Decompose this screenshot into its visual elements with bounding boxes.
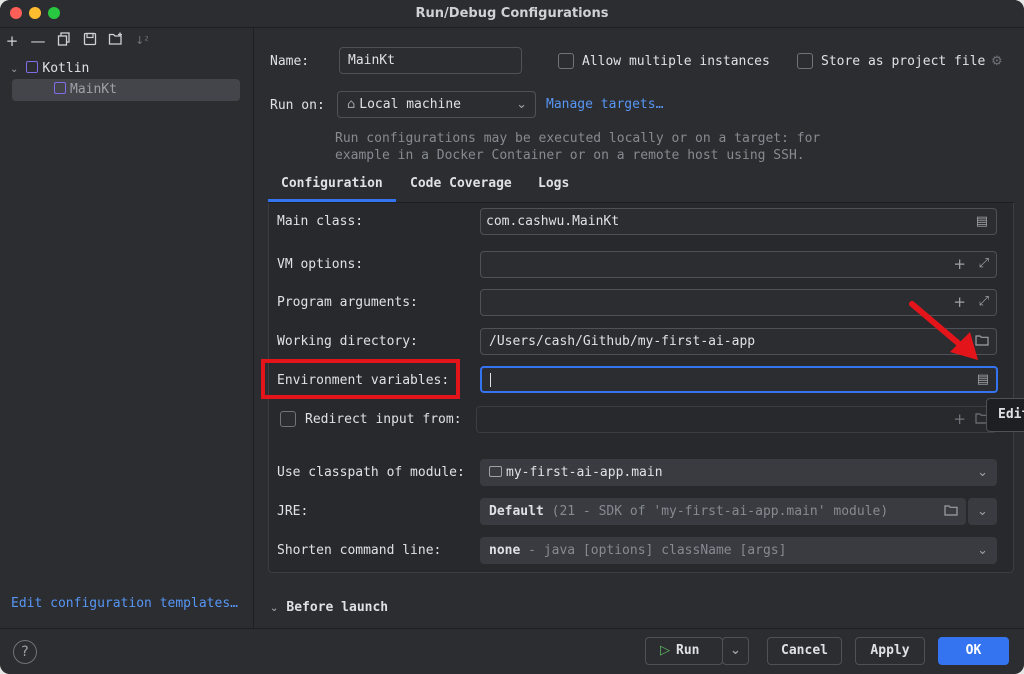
insert-macro-icon[interactable]: + xyxy=(953,412,966,427)
home-icon: ⌂ xyxy=(347,97,356,112)
before-launch-section[interactable]: ⌄ Before launch xyxy=(270,600,388,615)
run-options-dropdown[interactable]: ⌄ xyxy=(722,637,749,665)
edit-tooltip: Edit xyxy=(986,398,1024,432)
working-directory-value: /Users/cash/Github/my-first-ai-app xyxy=(489,334,756,349)
working-directory-label: Working directory: xyxy=(277,334,418,349)
kotlin-icon xyxy=(26,61,39,73)
allow-multiple-instances-checkbox[interactable] xyxy=(558,53,574,69)
dialog-button-bar: ? ▷ Run ⌄ Cancel Apply OK xyxy=(0,628,1024,674)
configuration-editor: Name: MainKt Allow multiple instances St… xyxy=(255,28,1024,628)
tab-configuration[interactable]: Configuration xyxy=(281,176,383,200)
run-on-label: Run on: xyxy=(270,98,325,113)
classpath-module-label: Use classpath of module: xyxy=(277,465,465,480)
edit-environment-variables-icon[interactable]: ▤ xyxy=(977,373,989,387)
tab-logs[interactable]: Logs xyxy=(538,176,569,200)
chevron-down-icon: ⌄ xyxy=(977,465,988,480)
red-arrow-annotation xyxy=(909,301,978,360)
run-on-hint-line2: example in a Docker Container or on a re… xyxy=(335,148,805,163)
environment-variables-label: Environment variables: xyxy=(277,373,450,388)
gear-icon[interactable]: ⚙ xyxy=(991,55,1003,69)
jre-detail: (21 - SDK of 'my-first-ai-app.main' modu… xyxy=(551,504,889,519)
jre-select[interactable]: Default (21 - SDK of 'my-first-ai-app.ma… xyxy=(480,498,966,525)
run-button-label: Run xyxy=(676,643,700,658)
module-folder-icon xyxy=(489,466,502,477)
jre-label: JRE: xyxy=(277,504,309,519)
vm-options-label: VM options: xyxy=(277,257,364,272)
main-class-value: com.cashwu.MainKt xyxy=(486,214,620,229)
manage-targets-link[interactable]: Manage targets… xyxy=(546,97,663,112)
kotlin-run-config-icon xyxy=(54,82,66,94)
help-button[interactable]: ? xyxy=(13,640,37,664)
run-on-select[interactable]: ⌂ Local machine ⌄ xyxy=(337,91,536,118)
configurations-sidebar: + — ↓² ⌄ Kotlin MainKt Edit configuration… xyxy=(0,28,254,628)
classpath-module-value: my-first-ai-app.main xyxy=(506,465,663,480)
store-as-project-file-checkbox[interactable] xyxy=(797,53,813,69)
active-tab-indicator xyxy=(268,199,396,202)
redirect-input-checkbox[interactable] xyxy=(280,411,296,427)
apply-button[interactable]: Apply xyxy=(855,637,925,665)
new-folder-icon[interactable] xyxy=(107,32,125,50)
name-label: Name: xyxy=(270,54,310,69)
tab-code-coverage[interactable]: Code Coverage xyxy=(410,176,512,200)
browse-list-icon[interactable]: ▤ xyxy=(976,215,988,229)
tree-node-label: Kotlin xyxy=(42,61,90,76)
program-arguments-label: Program arguments: xyxy=(277,295,418,310)
edit-configuration-templates-link[interactable]: Edit configuration templates… xyxy=(11,596,238,611)
allow-multiple-instances-label: Allow multiple instances xyxy=(582,54,770,69)
tree-node-kotlin[interactable]: ⌄ Kotlin xyxy=(10,58,246,80)
run-on-hint-line1: Run configurations may be executed local… xyxy=(335,131,821,146)
store-as-project-file-label: Store as project file xyxy=(821,54,986,69)
window-title: Run/Debug Configurations xyxy=(415,6,609,21)
redirect-input-field[interactable]: + xyxy=(476,406,997,433)
title-bar: Run/Debug Configurations xyxy=(0,0,1024,28)
before-launch-label: Before launch xyxy=(286,600,389,615)
jre-value: Default xyxy=(489,504,544,519)
chevron-down-icon: ⌄ xyxy=(516,97,527,112)
shorten-command-line-detail: - java [options] className [args] xyxy=(528,543,787,558)
shorten-command-line-label: Shorten command line: xyxy=(277,543,442,558)
tree-node-mainkt[interactable]: MainKt xyxy=(12,79,240,101)
cancel-button[interactable]: Cancel xyxy=(767,637,842,665)
sidebar-toolbar: + — ↓² xyxy=(0,28,254,54)
main-class-label: Main class: xyxy=(277,214,364,229)
sort-icon[interactable]: ↓² xyxy=(133,32,151,50)
ok-button[interactable]: OK xyxy=(938,637,1009,665)
shorten-command-line-value: none xyxy=(489,543,521,558)
environment-variables-field[interactable]: ▤ xyxy=(480,366,998,393)
redirect-input-label: Redirect input from: xyxy=(305,412,462,427)
expand-icon[interactable]: ⤢ xyxy=(979,257,989,271)
insert-macro-icon[interactable]: + xyxy=(953,257,966,272)
run-button[interactable]: ▷ Run xyxy=(645,637,723,665)
remove-icon[interactable]: — xyxy=(29,32,47,50)
chevron-down-icon: ⌄ xyxy=(270,603,279,614)
copy-icon[interactable] xyxy=(55,32,73,50)
shorten-command-line-select[interactable]: none - java [options] className [args] ⌄ xyxy=(480,537,997,564)
vm-options-field[interactable]: + ⤢ xyxy=(480,251,997,278)
jre-dropdown-button[interactable]: ⌄ xyxy=(968,498,997,525)
run-on-value: Local machine xyxy=(359,97,462,112)
classpath-module-select[interactable]: my-first-ai-app.main ⌄ xyxy=(480,459,997,486)
run-debug-configurations-window: Run/Debug Configurations + — ↓² ⌄ Kotlin … xyxy=(0,0,1024,674)
text-caret xyxy=(490,372,491,387)
chevron-down-icon[interactable]: ⌄ xyxy=(10,64,18,75)
add-icon[interactable]: + xyxy=(3,32,21,50)
save-icon[interactable] xyxy=(81,32,99,50)
name-field[interactable]: MainKt xyxy=(339,47,522,74)
folder-icon[interactable] xyxy=(944,504,958,520)
chevron-down-icon: ⌄ xyxy=(977,543,988,558)
tree-node-label: MainKt xyxy=(70,82,117,97)
main-class-field[interactable]: com.cashwu.MainKt ▤ xyxy=(480,208,997,235)
run-icon: ▷ xyxy=(660,643,670,658)
